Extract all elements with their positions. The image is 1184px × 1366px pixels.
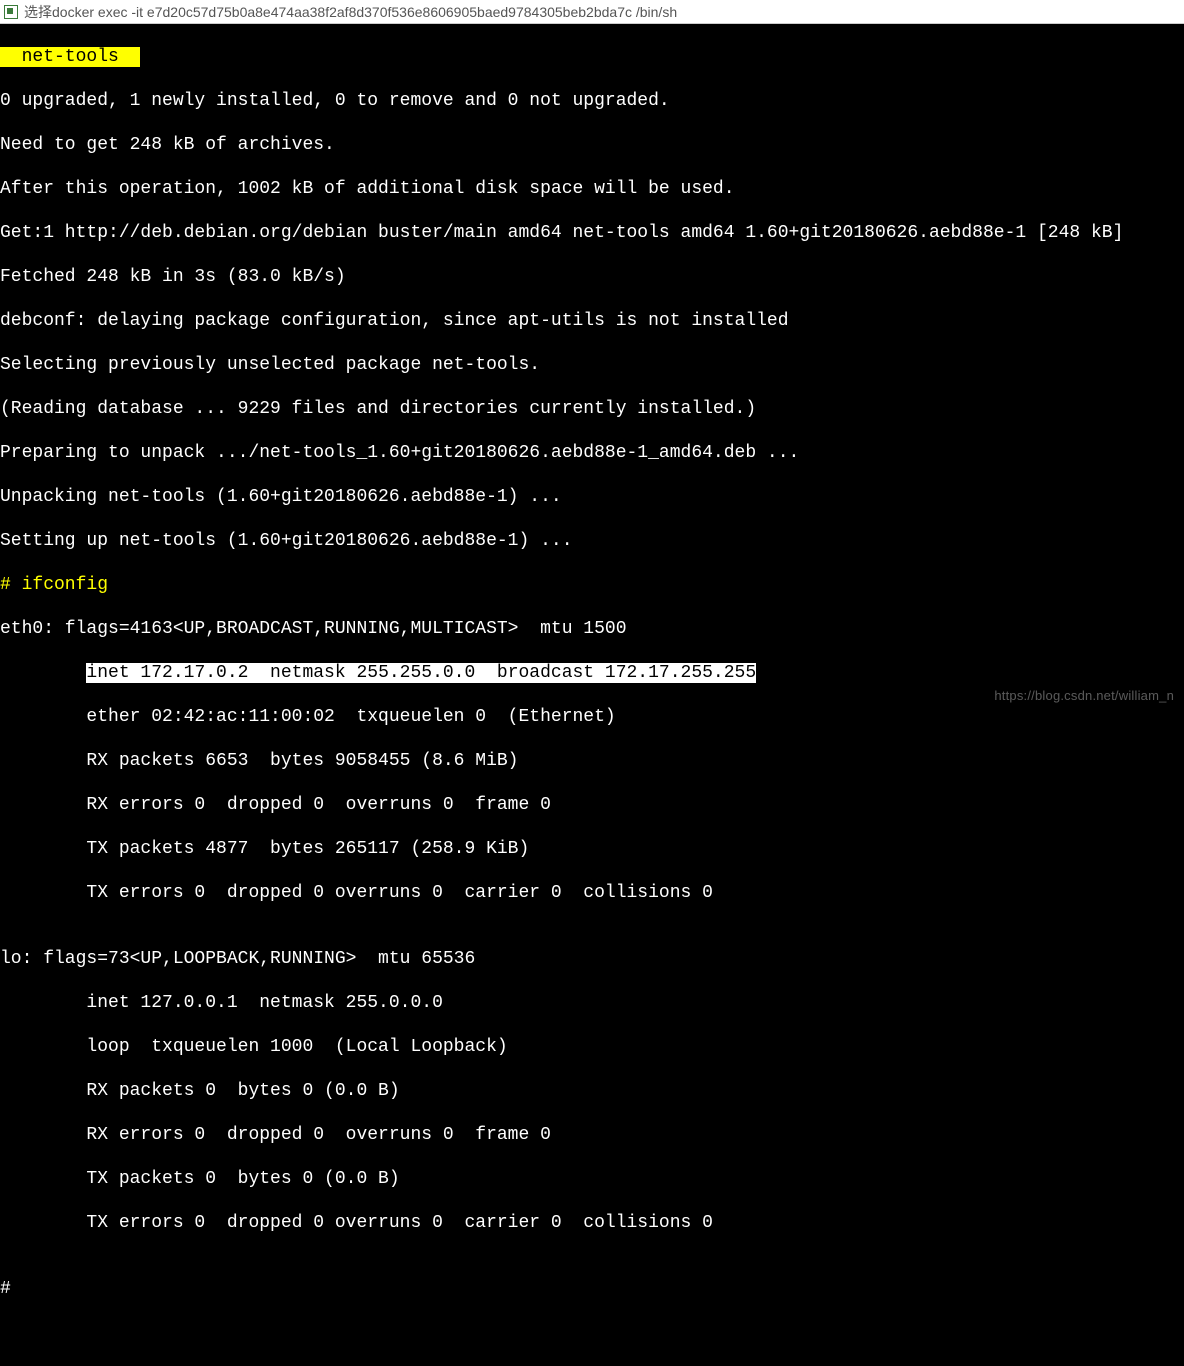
ifconfig-eth0-tx-errors: TX errors 0 dropped 0 overruns 0 carrier…	[0, 882, 1184, 904]
output-line: 0 upgraded, 1 newly installed, 0 to remo…	[0, 90, 1184, 112]
highlight-package: net-tools	[0, 47, 140, 67]
output-line: Preparing to unpack .../net-tools_1.60+g…	[0, 442, 1184, 464]
output-line: After this operation, 1002 kB of additio…	[0, 178, 1184, 200]
shell-prompt[interactable]: #	[0, 1278, 1184, 1300]
output-line: Setting up net-tools (1.60+git20180626.a…	[0, 530, 1184, 552]
ifconfig-lo-rx-packets: RX packets 0 bytes 0 (0.0 B)	[0, 1080, 1184, 1102]
ifconfig-lo-header: lo: flags=73<UP,LOOPBACK,RUNNING> mtu 65…	[0, 948, 1184, 970]
output-line: Fetched 248 kB in 3s (83.0 kB/s)	[0, 266, 1184, 288]
highlight-inet-address: inet 172.17.0.2 netmask 255.255.0.0 broa…	[86, 663, 756, 683]
ifconfig-lo-tx-packets: TX packets 0 bytes 0 (0.0 B)	[0, 1168, 1184, 1190]
window-icon	[4, 5, 18, 19]
ifconfig-eth0-inet: inet 172.17.0.2 netmask 255.255.0.0 broa…	[0, 662, 1184, 684]
output-line: Unpacking net-tools (1.60+git20180626.ae…	[0, 486, 1184, 508]
window-titlebar: 选择docker exec -it e7d20c57d75b0a8e474aa3…	[0, 0, 1184, 24]
ifconfig-lo-rx-errors: RX errors 0 dropped 0 overruns 0 frame 0	[0, 1124, 1184, 1146]
ifconfig-eth0-rx-packets: RX packets 6653 bytes 9058455 (8.6 MiB)	[0, 750, 1184, 772]
ifconfig-eth0-rx-errors: RX errors 0 dropped 0 overruns 0 frame 0	[0, 794, 1184, 816]
output-line: (Reading database ... 9229 files and dir…	[0, 398, 1184, 420]
ifconfig-eth0-tx-packets: TX packets 4877 bytes 265117 (258.9 KiB)	[0, 838, 1184, 860]
window-title: 选择docker exec -it e7d20c57d75b0a8e474aa3…	[24, 1, 677, 23]
shell-prompt-command: # ifconfig	[0, 574, 1184, 596]
output-line: Need to get 248 kB of archives.	[0, 134, 1184, 156]
ifconfig-lo-inet: inet 127.0.0.1 netmask 255.0.0.0	[0, 992, 1184, 1014]
ifconfig-eth0-header: eth0: flags=4163<UP,BROADCAST,RUNNING,MU…	[0, 618, 1184, 640]
ifconfig-eth0-ether: ether 02:42:ac:11:00:02 txqueuelen 0 (Et…	[0, 706, 1184, 728]
output-line: debconf: delaying package configuration,…	[0, 310, 1184, 332]
ifconfig-lo-tx-errors: TX errors 0 dropped 0 overruns 0 carrier…	[0, 1212, 1184, 1234]
terminal-output[interactable]: net-tools 0 upgraded, 1 newly installed,…	[0, 24, 1184, 713]
output-line: Get:1 http://deb.debian.org/debian buste…	[0, 222, 1184, 244]
watermark-text: https://blog.csdn.net/william_n	[994, 685, 1174, 707]
output-line: Selecting previously unselected package …	[0, 354, 1184, 376]
ifconfig-lo-loop: loop txqueuelen 1000 (Local Loopback)	[0, 1036, 1184, 1058]
